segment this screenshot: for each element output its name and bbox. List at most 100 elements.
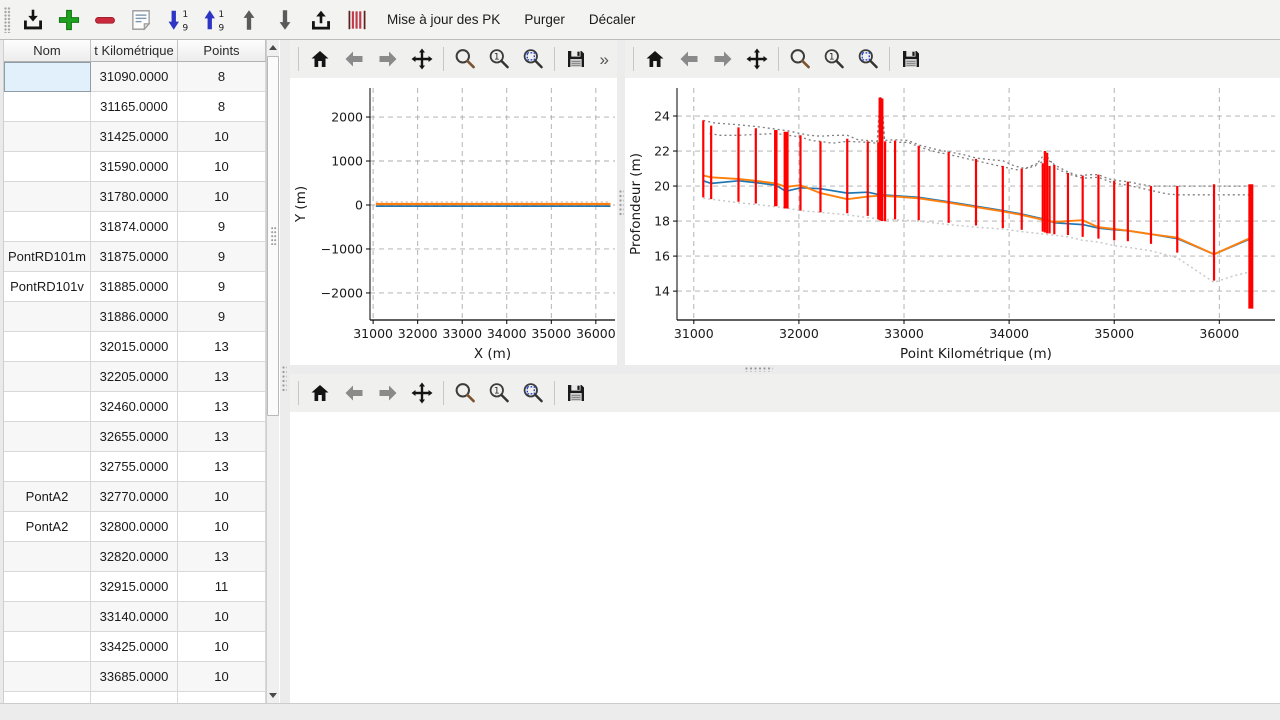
table-cell[interactable] (91, 692, 178, 703)
table-cell[interactable]: 10 (178, 602, 266, 632)
table-cell[interactable]: 10 (178, 632, 266, 662)
zoom-button[interactable] (449, 377, 481, 409)
profiles-button[interactable] (340, 3, 374, 37)
horizontal-splitter[interactable] (290, 365, 1280, 374)
table-scrollbar[interactable] (266, 40, 279, 703)
move-up-button[interactable] (232, 3, 266, 37)
table-cell[interactable]: 10 (178, 512, 266, 542)
bottom-chart-canvas[interactable] (290, 412, 1280, 703)
table-cell[interactable]: 31425.0000 (91, 122, 178, 152)
table-cell[interactable]: 10 (178, 152, 266, 182)
zoom-original-button[interactable]: 1 (818, 43, 850, 75)
table-cell[interactable]: 32460.0000 (91, 392, 178, 422)
back-button[interactable] (338, 377, 370, 409)
save-button[interactable] (560, 43, 592, 75)
vertical-splitter[interactable] (280, 40, 290, 703)
table-cell[interactable] (4, 542, 91, 572)
plot-splitter[interactable] (617, 40, 625, 365)
remove-row-button[interactable] (88, 3, 122, 37)
profile-chart-canvas[interactable]: 3100032000330003400035000360001416182022… (625, 78, 1280, 365)
table-cell[interactable]: 32755.0000 (91, 452, 178, 482)
table-cell[interactable]: 31875.0000 (91, 242, 178, 272)
table-cell[interactable] (4, 62, 91, 92)
table-cell[interactable]: 31886.0000 (91, 302, 178, 332)
table-cell[interactable] (4, 182, 91, 212)
add-row-button[interactable] (52, 3, 86, 37)
forward-button[interactable] (707, 43, 739, 75)
column-header-points[interactable]: Points (178, 40, 266, 62)
table-cell[interactable]: 8 (178, 92, 266, 122)
table-cell[interactable] (4, 632, 91, 662)
table-cell[interactable]: 31885.0000 (91, 272, 178, 302)
table-cell[interactable]: 13 (178, 422, 266, 452)
table-cell[interactable]: 31590.0000 (91, 152, 178, 182)
toolbar-overflow-button[interactable]: » (600, 51, 609, 68)
zoom-rect-button[interactable] (517, 43, 549, 75)
import-button[interactable] (16, 3, 50, 37)
notes-button[interactable] (124, 3, 158, 37)
table-cell[interactable] (4, 362, 91, 392)
table-cell[interactable] (4, 662, 91, 692)
table-cell[interactable]: 32655.0000 (91, 422, 178, 452)
table-cell[interactable]: 31165.0000 (91, 92, 178, 122)
zoom-rect-button[interactable] (852, 43, 884, 75)
table-cell[interactable]: PontRD101v (4, 272, 91, 302)
table-cell[interactable] (178, 692, 266, 703)
table-cell[interactable]: PontA2 (4, 512, 91, 542)
table-cell[interactable]: 13 (178, 542, 266, 572)
table-cell[interactable]: 31874.0000 (91, 212, 178, 242)
table-cell[interactable] (4, 692, 91, 703)
column-header-nom[interactable]: Nom (4, 40, 91, 62)
table-cell[interactable] (4, 422, 91, 452)
table-cell[interactable] (4, 92, 91, 122)
table-cell[interactable]: 32800.0000 (91, 512, 178, 542)
table-cell[interactable] (4, 152, 91, 182)
scroll-up-button[interactable] (267, 41, 279, 54)
table-cell[interactable]: 13 (178, 332, 266, 362)
purger-button[interactable]: Purger (514, 5, 575, 35)
column-header-pk[interactable]: t Kilométrique (91, 40, 178, 62)
table-cell[interactable]: 32915.0000 (91, 572, 178, 602)
table-cell[interactable]: 31090.0000 (91, 62, 178, 92)
table-cell[interactable] (4, 332, 91, 362)
table-cell[interactable]: 8 (178, 62, 266, 92)
table-cell[interactable]: 11 (178, 572, 266, 602)
plan-chart-canvas[interactable]: 310003200033000340003500036000−2000−1000… (290, 78, 617, 365)
table-cell[interactable]: 33685.0000 (91, 662, 178, 692)
table-cell[interactable]: PontRD101m (4, 242, 91, 272)
table-cell[interactable]: 13 (178, 392, 266, 422)
zoom-rect-button[interactable] (517, 377, 549, 409)
table-cell[interactable] (4, 302, 91, 332)
table-cell[interactable]: 9 (178, 242, 266, 272)
table-cell[interactable]: 33425.0000 (91, 632, 178, 662)
table-cell[interactable]: 9 (178, 302, 266, 332)
table-cell[interactable]: 32015.0000 (91, 332, 178, 362)
table-cell[interactable] (4, 602, 91, 632)
table-cell[interactable]: 10 (178, 662, 266, 692)
pan-button[interactable] (741, 43, 773, 75)
table-cell[interactable]: 32205.0000 (91, 362, 178, 392)
table-cell[interactable]: 9 (178, 272, 266, 302)
table-cell[interactable] (4, 392, 91, 422)
scrollbar-thumb[interactable] (267, 56, 279, 416)
update-pk-button[interactable]: Mise à jour des PK (377, 5, 510, 35)
table-cell[interactable]: 32820.0000 (91, 542, 178, 572)
table-cell[interactable]: 10 (178, 122, 266, 152)
back-button[interactable] (673, 43, 705, 75)
table-cell[interactable] (4, 452, 91, 482)
scroll-down-button[interactable] (267, 689, 279, 702)
table-cell[interactable]: 10 (178, 182, 266, 212)
table-cell[interactable]: 13 (178, 362, 266, 392)
save-button[interactable] (895, 43, 927, 75)
toolbar-grip[interactable] (4, 7, 11, 33)
decaler-button[interactable]: Décaler (579, 5, 646, 35)
home-button[interactable] (304, 43, 336, 75)
table-cell[interactable]: 31780.0000 (91, 182, 178, 212)
table-cell[interactable]: 32770.0000 (91, 482, 178, 512)
zoom-button[interactable] (784, 43, 816, 75)
table-cell[interactable]: 10 (178, 482, 266, 512)
zoom-original-button[interactable]: 1 (483, 43, 515, 75)
home-button[interactable] (639, 43, 671, 75)
table-cell[interactable]: 9 (178, 212, 266, 242)
table-cell[interactable]: 13 (178, 452, 266, 482)
